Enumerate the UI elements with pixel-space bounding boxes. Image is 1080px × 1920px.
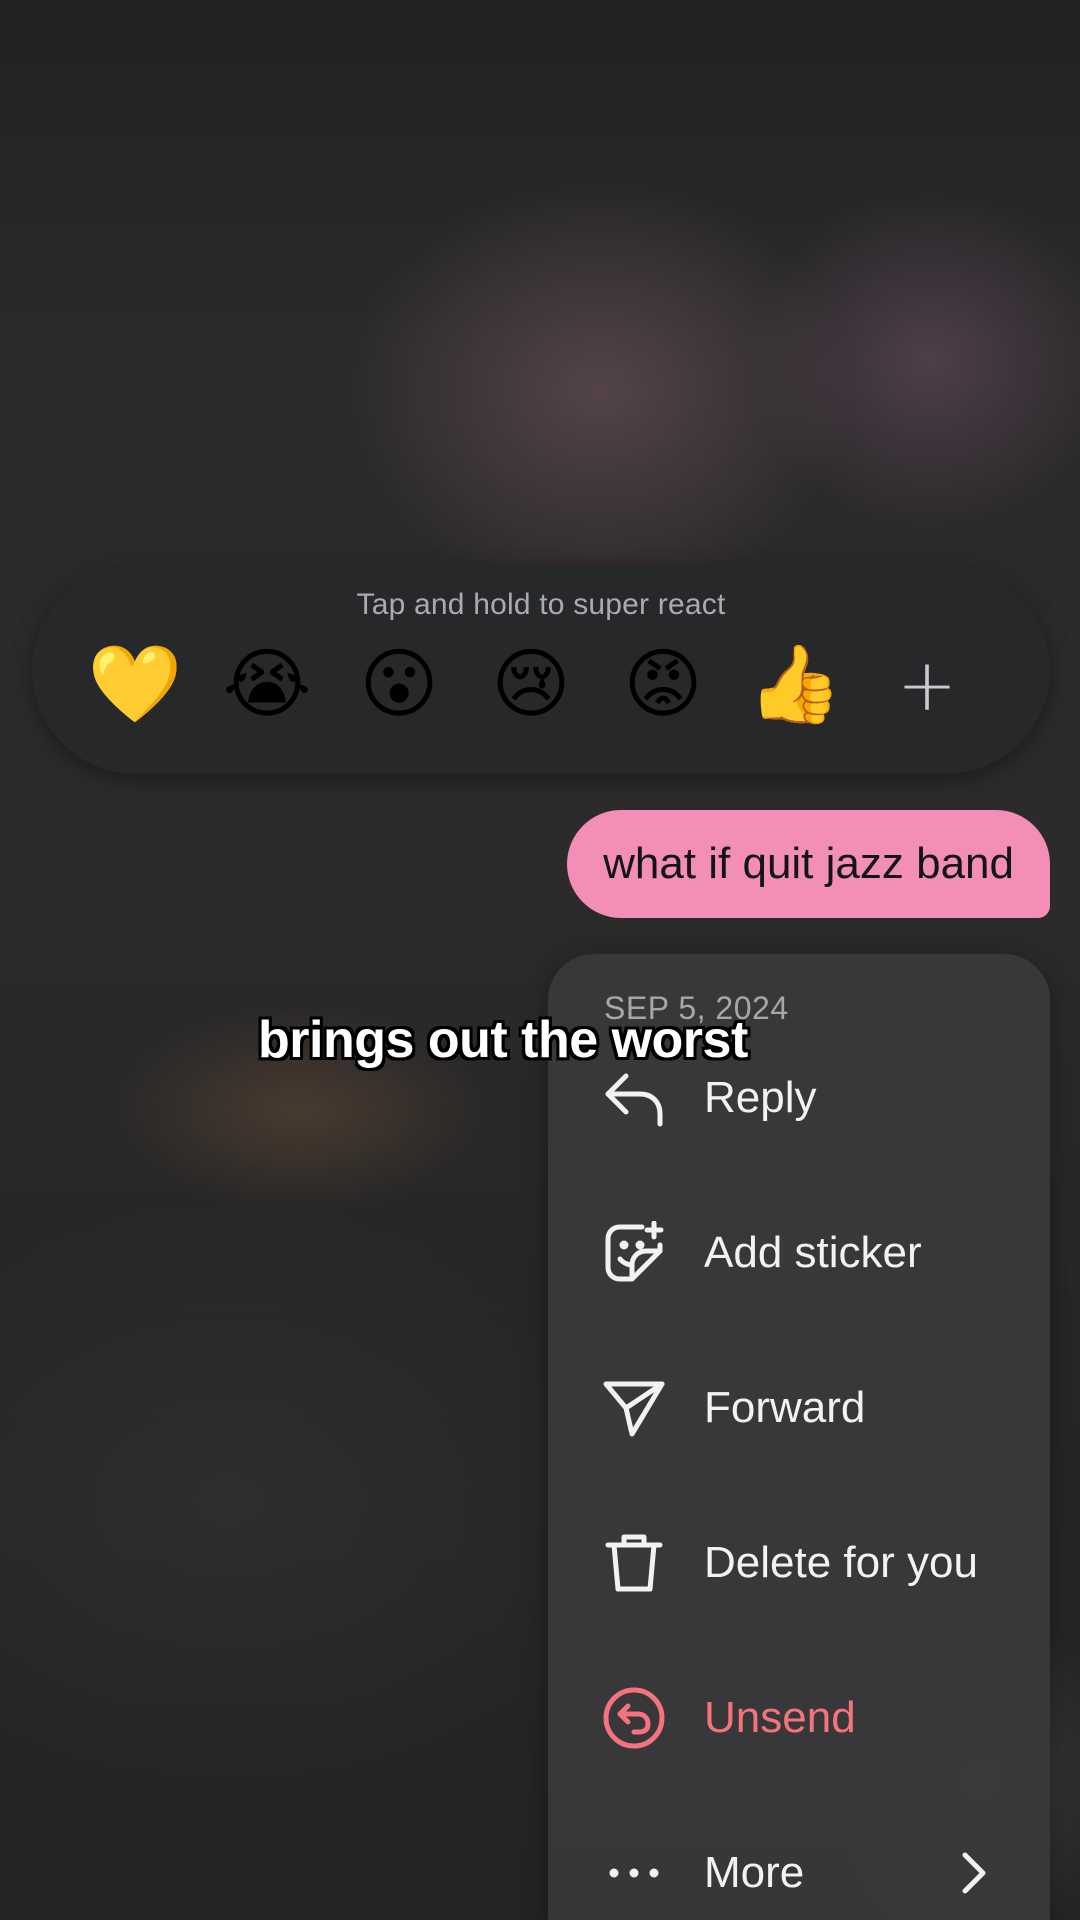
- reaction-face-with-open-mouth[interactable]: 😮: [356, 642, 442, 728]
- menu-item-label: Forward: [704, 1383, 866, 1432]
- menu-item-label: Delete for you: [704, 1538, 978, 1587]
- message-context-menu: SEP 5, 2024 Reply Add sticker Forward De…: [548, 954, 1050, 1920]
- menu-item-label: Reply: [704, 1073, 817, 1122]
- sticker-icon: [602, 1221, 666, 1285]
- reaction-crying-face[interactable]: 😢: [488, 642, 574, 728]
- chevron-right-icon: [954, 1841, 994, 1905]
- forward-icon: [602, 1376, 666, 1440]
- reaction-thumbs-up[interactable]: 👍: [748, 642, 843, 728]
- menu-item-label: More: [704, 1848, 805, 1897]
- reaction-angry-face[interactable]: 😡: [620, 642, 706, 728]
- reaction-yellow-heart[interactable]: 💛: [88, 642, 183, 728]
- menu-item-delete-for-you[interactable]: Delete for you: [548, 1503, 1050, 1623]
- reply-icon: [602, 1066, 666, 1130]
- reaction-loudly-crying-face[interactable]: 😭: [223, 642, 312, 728]
- reaction-hint: Tap and hold to super react: [356, 588, 726, 621]
- menu-item-label: Unsend: [704, 1693, 856, 1742]
- menu-item-more[interactable]: More: [548, 1813, 1050, 1920]
- reaction-row: 💛 😭 😮 😢 😡 👍 +: [88, 642, 970, 728]
- trash-icon: [602, 1531, 666, 1595]
- reaction-bar: Tap and hold to super react 💛 😭 😮 😢 😡 👍 …: [32, 566, 1050, 774]
- unsend-icon: [602, 1686, 666, 1750]
- menu-item-forward[interactable]: Forward: [548, 1348, 1050, 1468]
- add-reaction-plus-icon[interactable]: +: [884, 642, 970, 728]
- more-icon: [602, 1841, 666, 1905]
- video-caption: brings out the worst: [258, 1011, 748, 1069]
- menu-item-add-sticker[interactable]: Add sticker: [548, 1193, 1050, 1313]
- message-bubble[interactable]: what if quit jazz band: [567, 810, 1050, 918]
- menu-item-unsend[interactable]: Unsend: [548, 1658, 1050, 1778]
- menu-item-label: Add sticker: [704, 1228, 922, 1277]
- message-text: what if quit jazz band: [603, 839, 1014, 888]
- screen: Tap and hold to super react 💛 😭 😮 😢 😡 👍 …: [0, 0, 1080, 1920]
